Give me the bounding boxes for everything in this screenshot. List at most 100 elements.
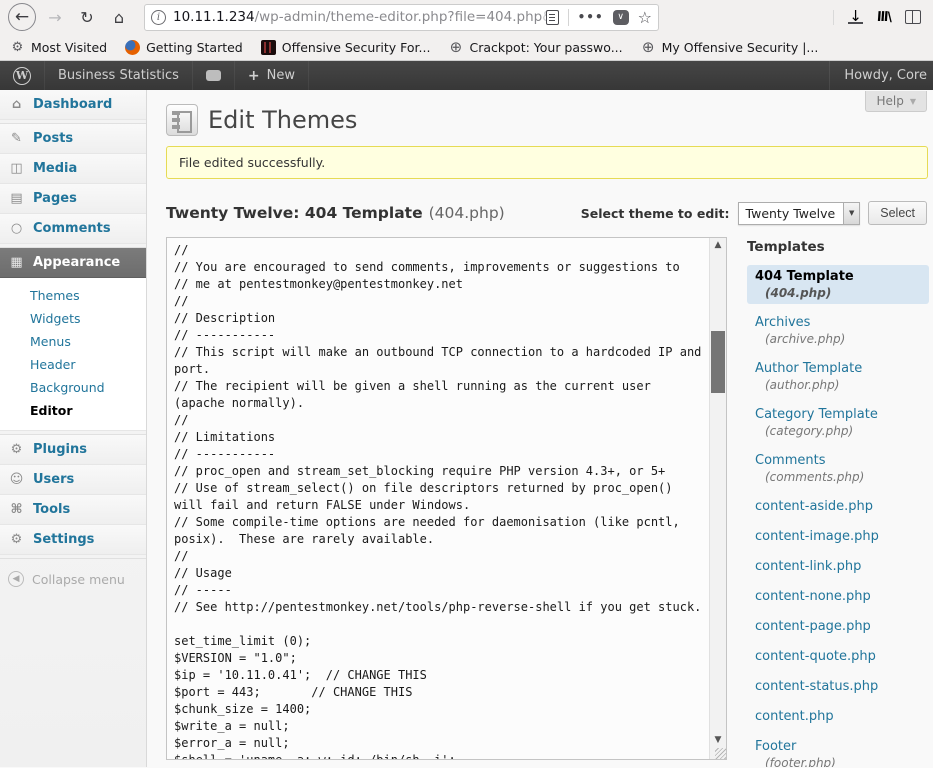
- scrollbar-thumb[interactable]: [711, 331, 725, 393]
- template-list-item[interactable]: content-status.php: [747, 675, 929, 698]
- submenu-item-label: Widgets: [30, 311, 81, 326]
- person-icon: ☺: [8, 472, 25, 487]
- theme-select-dropdown[interactable]: Twenty Twelve ▼: [738, 202, 861, 225]
- home-icon[interactable]: ⌂: [106, 4, 132, 30]
- sidebar-item-users[interactable]: ☺Users: [0, 465, 146, 495]
- template-list-item[interactable]: content.php: [747, 705, 929, 728]
- house-icon: ⌂: [8, 97, 25, 112]
- template-link[interactable]: content-image.php: [755, 529, 921, 544]
- bookmark-crackpot[interactable]: ⊕Crackpot: Your passwo...: [448, 40, 622, 55]
- library-icon[interactable]: lll\: [876, 10, 891, 25]
- template-list-item[interactable]: Comments (comments.php): [747, 449, 929, 488]
- page-actions-icon[interactable]: •••: [578, 10, 604, 24]
- sidebar-item-label: Tools: [33, 502, 70, 517]
- select-theme-button[interactable]: Select: [868, 201, 927, 225]
- success-notice: File edited successfully.: [166, 146, 928, 179]
- sidebar-item-comments[interactable]: ○Comments: [0, 214, 146, 244]
- appearance-submenu-item[interactable]: Widgets: [0, 307, 146, 330]
- pocket-icon[interactable]: ∨: [613, 10, 629, 25]
- resize-grip[interactable]: [715, 748, 726, 759]
- new-label: New: [267, 68, 295, 83]
- url-bar[interactable]: i 10.11.1.234/wp-admin/theme-editor.php?…: [144, 4, 659, 31]
- site-name-menu[interactable]: Business Statistics: [45, 61, 193, 90]
- plug-icon: ⚙: [8, 442, 25, 457]
- appearance-submenu-item[interactable]: Themes: [0, 284, 146, 307]
- account-menu[interactable]: Howdy, Core: [829, 61, 933, 90]
- template-list-item[interactable]: Archives (archive.php): [747, 311, 929, 350]
- template-list-item[interactable]: 404 Template (404.php): [747, 265, 929, 304]
- template-filename: (archive.php): [755, 330, 921, 346]
- template-filename: (category.php): [755, 422, 921, 438]
- new-content-menu[interactable]: +New: [235, 61, 309, 90]
- template-list-item[interactable]: content-aside.php: [747, 495, 929, 518]
- comments-menu[interactable]: [193, 61, 235, 90]
- scroll-down-icon[interactable]: ▼: [710, 733, 726, 747]
- bookmark-label: Most Visited: [31, 40, 107, 55]
- gear-icon: ⚙: [10, 40, 25, 55]
- site-info-icon[interactable]: i: [151, 10, 166, 25]
- bookmark-offensive-security-forums[interactable]: Offensive Security For...: [261, 40, 431, 55]
- template-list-item[interactable]: content-none.php: [747, 585, 929, 608]
- appearance-submenu-item[interactable]: Header: [0, 353, 146, 376]
- sidebar-item-dashboard[interactable]: ⌂Dashboard: [0, 90, 146, 120]
- reader-mode-icon[interactable]: [546, 10, 559, 25]
- appearance-submenu-item[interactable]: Editor: [0, 399, 146, 422]
- template-link[interactable]: Comments: [755, 453, 921, 468]
- url-text[interactable]: 10.11.1.234/wp-admin/theme-editor.php?fi…: [173, 9, 546, 25]
- bookmark-getting-started[interactable]: Getting Started: [125, 40, 243, 55]
- template-list-item[interactable]: Author Template (author.php): [747, 357, 929, 396]
- bookmark-star-icon[interactable]: ☆: [638, 8, 652, 27]
- sidebar-item-plugins[interactable]: ⚙Plugins: [0, 435, 146, 465]
- template-link[interactable]: Author Template: [755, 361, 921, 376]
- template-link[interactable]: content-none.php: [755, 589, 921, 604]
- editor-scrollbar[interactable]: ▲ ▼: [709, 238, 726, 759]
- template-link[interactable]: Footer: [755, 739, 921, 754]
- document-icon: ▤: [8, 191, 25, 206]
- downloads-icon[interactable]: ↓: [848, 10, 863, 24]
- sidebar-item-appearance[interactable]: ▦Appearance: [0, 248, 146, 278]
- code-editor[interactable]: // // You are encouraged to send comment…: [166, 237, 727, 760]
- bookmark-my-offensive-security[interactable]: ⊕My Offensive Security |...: [641, 40, 819, 55]
- template-list-item[interactable]: content-page.php: [747, 615, 929, 638]
- pushpin-icon: ✎: [8, 131, 25, 146]
- sidebar-item-settings[interactable]: ⚙Settings: [0, 525, 146, 555]
- template-link[interactable]: content-status.php: [755, 679, 921, 694]
- sidebar-item-tools[interactable]: ⌘ Tools: [0, 495, 146, 525]
- template-link[interactable]: 404 Template: [755, 269, 921, 284]
- template-list-item[interactable]: content-quote.php: [747, 645, 929, 668]
- refresh-icon[interactable]: ↻: [74, 4, 100, 30]
- help-button[interactable]: Help▼: [865, 91, 927, 112]
- template-link[interactable]: Category Template: [755, 407, 921, 422]
- camera-icon: ◫: [8, 161, 25, 176]
- collapse-arrow-icon: ◀: [8, 571, 24, 587]
- template-link[interactable]: Archives: [755, 315, 921, 330]
- sidebar-item-media[interactable]: ◫Media: [0, 154, 146, 184]
- back-icon[interactable]: ←: [8, 3, 36, 31]
- templates-heading: Templates: [747, 239, 929, 255]
- sidebar-item-posts[interactable]: ✎Posts: [0, 124, 146, 154]
- wp-logo-menu[interactable]: W: [0, 61, 45, 90]
- appearance-submenu-item[interactable]: Background: [0, 376, 146, 399]
- template-link[interactable]: content-quote.php: [755, 649, 921, 664]
- template-link[interactable]: content-page.php: [755, 619, 921, 634]
- forward-icon[interactable]: →: [42, 4, 68, 30]
- bookmark-most-visited[interactable]: ⚙ Most Visited: [10, 40, 107, 55]
- template-list-item[interactable]: content-link.php: [747, 555, 929, 578]
- template-link[interactable]: content-link.php: [755, 559, 921, 574]
- template-list-item[interactable]: Category Template (category.php): [747, 403, 929, 442]
- template-link[interactable]: content.php: [755, 709, 921, 724]
- wrench-icon: ⌘: [8, 502, 25, 517]
- sidebar-item-pages[interactable]: ▤ Pages: [0, 184, 146, 214]
- sidebar-item-label: Pages: [33, 191, 77, 206]
- sidebar-toggle-icon[interactable]: [905, 10, 921, 24]
- globe-icon: ⊕: [448, 40, 463, 55]
- template-link[interactable]: content-aside.php: [755, 499, 921, 514]
- scroll-up-icon[interactable]: ▲: [710, 238, 726, 252]
- template-list-item[interactable]: Footer (footer.php): [747, 735, 929, 767]
- sidebar-item-label: Comments: [33, 221, 111, 236]
- main-content: Help▼ Edit Themes File edited successful…: [147, 90, 933, 767]
- collapse-menu-button[interactable]: ◀Collapse menu: [0, 559, 146, 599]
- code-editor-content[interactable]: // // You are encouraged to send comment…: [167, 238, 709, 759]
- appearance-submenu-item[interactable]: Menus: [0, 330, 146, 353]
- template-list-item[interactable]: content-image.php: [747, 525, 929, 548]
